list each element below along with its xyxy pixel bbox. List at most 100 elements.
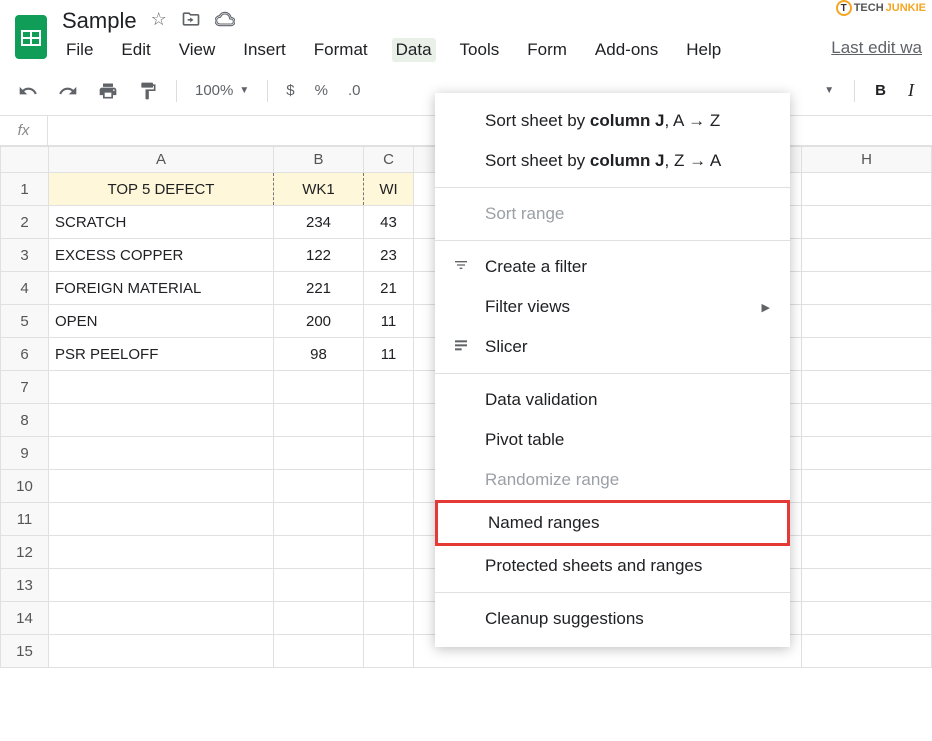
- menu-data[interactable]: Data: [392, 38, 436, 62]
- cloud-icon[interactable]: [215, 9, 235, 34]
- cell[interactable]: [802, 173, 932, 206]
- row-header[interactable]: 2: [1, 206, 49, 239]
- cell[interactable]: [49, 536, 274, 569]
- font-dropdown-arrow[interactable]: ▼: [818, 81, 840, 100]
- cell[interactable]: [49, 437, 274, 470]
- cell[interactable]: [802, 602, 932, 635]
- cell[interactable]: [802, 503, 932, 536]
- cell[interactable]: [274, 404, 364, 437]
- zoom-dropdown[interactable]: 100% ▼: [189, 78, 255, 103]
- cell[interactable]: [274, 569, 364, 602]
- cell[interactable]: [364, 602, 414, 635]
- col-header-b[interactable]: B: [274, 147, 364, 173]
- cell[interactable]: [49, 503, 274, 536]
- menu-data-validation[interactable]: Data validation: [435, 380, 790, 420]
- italic-button[interactable]: I: [902, 76, 920, 105]
- print-button[interactable]: [92, 77, 124, 105]
- cell[interactable]: [364, 569, 414, 602]
- star-icon[interactable]: ☆: [151, 9, 167, 34]
- cell[interactable]: [364, 470, 414, 503]
- cell[interactable]: [364, 371, 414, 404]
- cell[interactable]: [802, 569, 932, 602]
- last-edit-link[interactable]: Last edit wa: [831, 38, 922, 62]
- cell[interactable]: [802, 470, 932, 503]
- cell[interactable]: [49, 371, 274, 404]
- menu-addons[interactable]: Add-ons: [591, 38, 662, 62]
- row-header[interactable]: 6: [1, 338, 49, 371]
- cell-a1[interactable]: TOP 5 DEFECT: [49, 173, 274, 206]
- redo-button[interactable]: [52, 77, 84, 105]
- menu-edit[interactable]: Edit: [117, 38, 154, 62]
- cell[interactable]: [49, 602, 274, 635]
- menu-sort-za[interactable]: Sort sheet by column J, Z → A: [435, 141, 790, 181]
- cell[interactable]: [802, 239, 932, 272]
- cell[interactable]: [364, 536, 414, 569]
- cell[interactable]: [274, 602, 364, 635]
- cell[interactable]: [274, 437, 364, 470]
- cell[interactable]: [364, 503, 414, 536]
- cell-a6[interactable]: PSR PEELOFF: [49, 338, 274, 371]
- row-header[interactable]: 4: [1, 272, 49, 305]
- menu-filter-views[interactable]: Filter views ▶: [435, 287, 790, 327]
- menu-file[interactable]: File: [62, 38, 97, 62]
- cell[interactable]: [802, 206, 932, 239]
- percent-button[interactable]: %: [309, 78, 334, 103]
- menu-format[interactable]: Format: [310, 38, 372, 62]
- menu-sort-az[interactable]: Sort sheet by column J, A → Z: [435, 101, 790, 141]
- menu-protected-sheets[interactable]: Protected sheets and ranges: [435, 546, 790, 586]
- row-header[interactable]: 13: [1, 569, 49, 602]
- col-header-h[interactable]: H: [802, 147, 932, 173]
- cell-b4[interactable]: 221: [274, 272, 364, 305]
- row-header[interactable]: 1: [1, 173, 49, 206]
- cell-a4[interactable]: FOREIGN MATERIAL: [49, 272, 274, 305]
- cell[interactable]: [274, 635, 364, 668]
- sheets-logo[interactable]: [10, 8, 52, 66]
- doc-title[interactable]: Sample: [62, 8, 137, 34]
- cell-c5[interactable]: 11: [364, 305, 414, 338]
- cell-a2[interactable]: SCRATCH: [49, 206, 274, 239]
- menu-help[interactable]: Help: [682, 38, 725, 62]
- row-header[interactable]: 14: [1, 602, 49, 635]
- cell-c1[interactable]: WI: [364, 173, 414, 206]
- cell[interactable]: [364, 635, 414, 668]
- menu-view[interactable]: View: [175, 38, 220, 62]
- cell-b6[interactable]: 98: [274, 338, 364, 371]
- cell-b2[interactable]: 234: [274, 206, 364, 239]
- currency-button[interactable]: $: [280, 78, 300, 103]
- row-header[interactable]: 11: [1, 503, 49, 536]
- cell[interactable]: [274, 503, 364, 536]
- cell-b5[interactable]: 200: [274, 305, 364, 338]
- cell-c4[interactable]: 21: [364, 272, 414, 305]
- paint-format-button[interactable]: [132, 77, 164, 105]
- cell[interactable]: [49, 470, 274, 503]
- row-header[interactable]: 15: [1, 635, 49, 668]
- cell-c3[interactable]: 23: [364, 239, 414, 272]
- row-header[interactable]: 8: [1, 404, 49, 437]
- cell[interactable]: [802, 305, 932, 338]
- menu-tools[interactable]: Tools: [456, 38, 504, 62]
- menu-cleanup[interactable]: Cleanup suggestions: [435, 599, 790, 639]
- cell-b3[interactable]: 122: [274, 239, 364, 272]
- bold-button[interactable]: B: [869, 78, 892, 103]
- cell[interactable]: [802, 635, 932, 668]
- menu-slicer[interactable]: Slicer: [435, 327, 790, 367]
- menu-named-ranges[interactable]: Named ranges: [435, 500, 790, 546]
- col-header-c[interactable]: C: [364, 147, 414, 173]
- cell[interactable]: [274, 536, 364, 569]
- decimal-button[interactable]: .0: [342, 78, 367, 103]
- cell[interactable]: [364, 404, 414, 437]
- cell-a5[interactable]: OPEN: [49, 305, 274, 338]
- row-header[interactable]: 10: [1, 470, 49, 503]
- cell[interactable]: [802, 338, 932, 371]
- cell-b1[interactable]: WK1: [274, 173, 364, 206]
- move-icon[interactable]: [181, 9, 201, 34]
- undo-button[interactable]: [12, 77, 44, 105]
- cell[interactable]: [364, 437, 414, 470]
- row-header[interactable]: 5: [1, 305, 49, 338]
- cell[interactable]: [802, 536, 932, 569]
- menu-form[interactable]: Form: [523, 38, 571, 62]
- cell[interactable]: [274, 470, 364, 503]
- menu-pivot-table[interactable]: Pivot table: [435, 420, 790, 460]
- menu-insert[interactable]: Insert: [239, 38, 290, 62]
- row-header[interactable]: 12: [1, 536, 49, 569]
